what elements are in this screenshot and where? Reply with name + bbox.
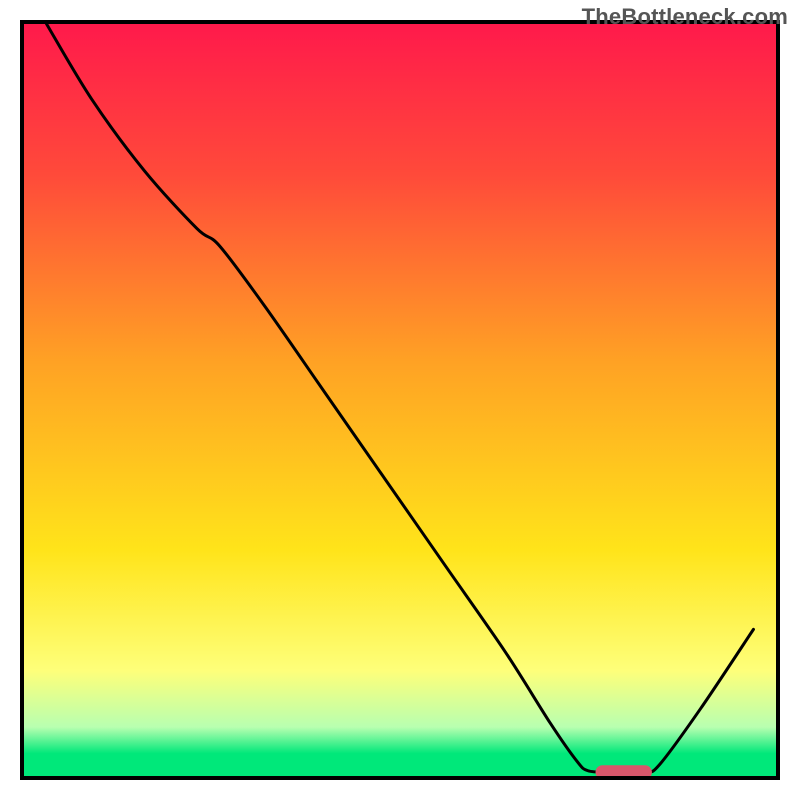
- watermark-text: TheBottleneck.com: [582, 4, 788, 30]
- chart-background: [24, 24, 776, 776]
- chart-container: TheBottleneck.com: [0, 0, 800, 800]
- bottleneck-chart: [0, 0, 800, 800]
